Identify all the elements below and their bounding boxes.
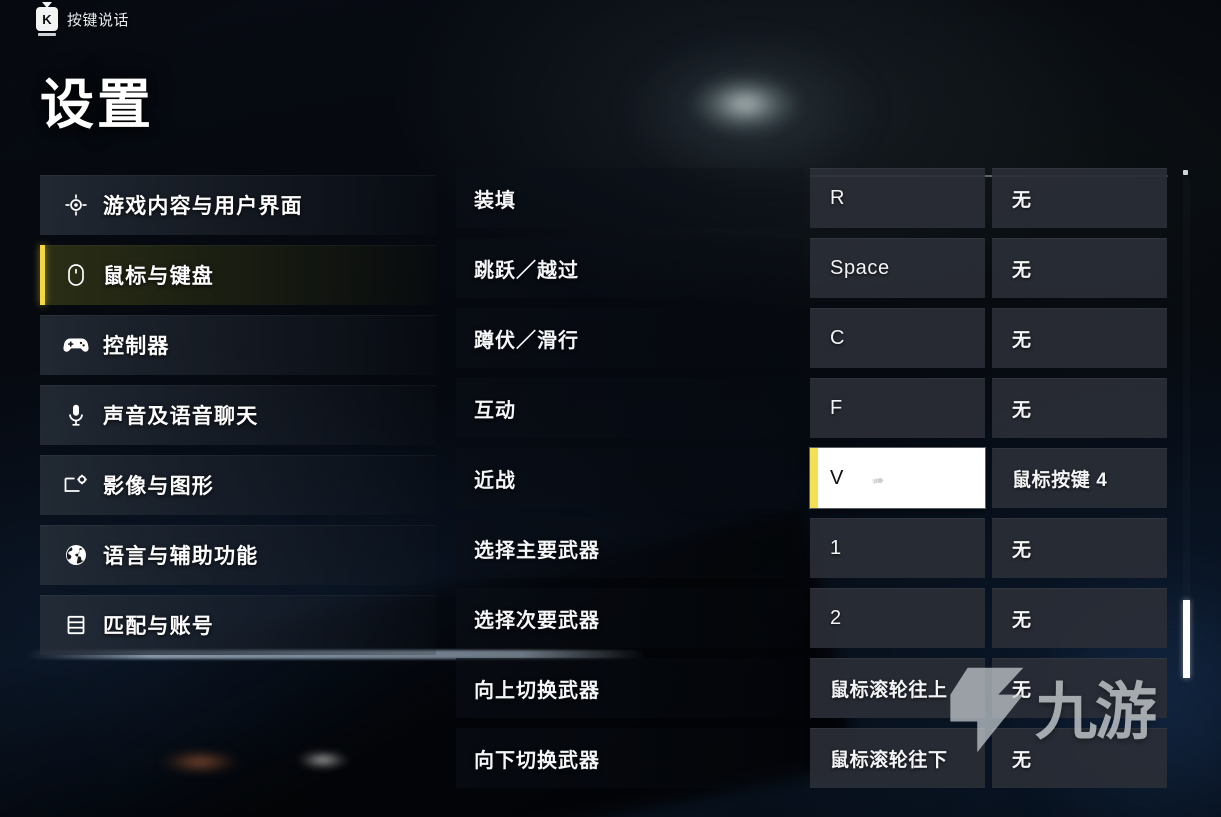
sidebar-item-label: 影像与图形 [103, 475, 214, 498]
binding-action-cell: 近战 [456, 448, 804, 508]
binding-action-label: 蹲伏／滑行 [474, 329, 579, 352]
binding-secondary-key-label: 无 [1012, 679, 1032, 701]
binding-secondary-key[interactable]: 无 [992, 378, 1167, 438]
binding-secondary-key[interactable]: 无 [992, 588, 1167, 648]
binding-secondary-key[interactable]: 无 [992, 728, 1167, 788]
push-to-talk-key-icon: K [36, 7, 58, 31]
binding-secondary-key[interactable]: 无 [992, 238, 1167, 298]
binding-action-cell: 选择主要武器 [456, 518, 804, 578]
table-row: 装填 R 无 [456, 168, 1168, 228]
binding-primary-key-label: Space [830, 256, 890, 279]
selection-accent-bar [810, 448, 818, 508]
push-to-talk-label: 按键说话 [67, 11, 130, 29]
binding-primary-key-label: 2 [830, 606, 842, 629]
binding-primary-key-label: R [830, 186, 846, 209]
globe-icon [63, 542, 89, 568]
binding-primary-key[interactable]: Space [810, 238, 985, 298]
binding-secondary-key-label: 无 [1012, 259, 1032, 281]
binding-secondary-key-label: 无 [1012, 749, 1032, 771]
sidebar-item-language-accessibility[interactable]: 语言与辅助功能 [40, 525, 436, 585]
binding-primary-key-label: 1 [830, 536, 842, 559]
crosshair-icon [63, 192, 89, 218]
monitor-gear-icon [63, 472, 89, 498]
binding-action-label: 跳跃／越过 [474, 259, 579, 282]
binding-action-label: 向上切换武器 [474, 679, 600, 702]
sidebar-item-gameplay-ui[interactable]: 游戏内容与用户界面 [40, 175, 436, 235]
binding-action-label: 互动 [474, 399, 516, 422]
binding-primary-key[interactable]: 1 [810, 518, 985, 578]
binding-action-label: 选择主要武器 [474, 539, 600, 562]
sidebar-item-label: 匹配与账号 [103, 615, 214, 638]
sidebar-item-matchmaking-account[interactable]: 匹配与账号 [40, 595, 436, 655]
push-to-talk-indicator: K 按键说话 [36, 7, 129, 31]
binding-primary-key-label: C [830, 326, 846, 349]
binding-primary-key-selected[interactable]: V ➠ [810, 448, 985, 508]
binding-secondary-key-label: 无 [1012, 329, 1032, 351]
binding-action-cell: 互动 [456, 378, 804, 438]
binding-action-cell: 向下切换武器 [456, 728, 804, 788]
binding-action-label: 向下切换武器 [474, 749, 600, 772]
table-row-selected: 近战 V ➠ 鼠标按键 4 [456, 448, 1168, 508]
binding-primary-key[interactable]: 鼠标滚轮往上 [810, 658, 985, 718]
cursor-icon: ➠ [870, 471, 886, 491]
sidebar-item-audio-voice[interactable]: 声音及语音聊天 [40, 385, 436, 445]
sidebar-item-label: 游戏内容与用户界面 [103, 195, 303, 218]
table-row: 蹲伏／滑行 C 无 [456, 308, 1168, 368]
sidebar-item-label: 控制器 [103, 335, 170, 358]
binding-secondary-key-label: 无 [1012, 189, 1032, 211]
binding-secondary-key-label: 鼠标按键 4 [1012, 469, 1108, 491]
sidebar-item-mouse-keyboard[interactable]: 鼠标与键盘 [40, 245, 436, 305]
binding-primary-key[interactable]: F [810, 378, 985, 438]
binding-secondary-key[interactable]: 鼠标按键 4 [992, 448, 1167, 508]
binding-secondary-key-label: 无 [1012, 539, 1032, 561]
binding-primary-key-label: V [830, 466, 844, 489]
binding-action-cell: 向上切换武器 [456, 658, 804, 718]
microphone-icon [63, 402, 89, 428]
binding-action-label: 选择次要武器 [474, 609, 600, 632]
binding-action-cell: 装填 [456, 168, 804, 228]
binding-action-label: 装填 [474, 189, 516, 212]
table-row: 选择次要武器 2 无 [456, 588, 1168, 648]
binding-primary-key-label: F [830, 396, 843, 419]
binding-secondary-key[interactable]: 无 [992, 658, 1167, 718]
keybindings-table: 装填 R 无 跳跃／越过 Space 无 蹲伏／滑行 C 无 互动 F 无 近战… [456, 168, 1168, 798]
table-row: 向上切换武器 鼠标滚轮往上 无 [456, 658, 1168, 718]
page-title: 设置 [40, 75, 154, 135]
binding-action-cell: 跳跃／越过 [456, 238, 804, 298]
top-bar: K 按键说话 [0, 0, 1221, 38]
sidebar-item-video-graphics[interactable]: 影像与图形 [40, 455, 436, 515]
table-row: 向下切换武器 鼠标滚轮往下 无 [456, 728, 1168, 788]
binding-secondary-key[interactable]: 无 [992, 518, 1167, 578]
table-row: 跳跃／越过 Space 无 [456, 238, 1168, 298]
list-icon [63, 612, 89, 638]
binding-secondary-key-label: 无 [1012, 399, 1032, 421]
binding-secondary-key-label: 无 [1012, 609, 1032, 631]
table-row: 选择主要武器 1 无 [456, 518, 1168, 578]
binding-action-cell: 选择次要武器 [456, 588, 804, 648]
binding-primary-key[interactable]: 2 [810, 588, 985, 648]
scrollbar-thumb[interactable] [1183, 600, 1190, 678]
sidebar-item-label: 声音及语音聊天 [103, 405, 259, 428]
binding-action-cell: 蹲伏／滑行 [456, 308, 804, 368]
binding-primary-key[interactable]: C [810, 308, 985, 368]
binding-primary-key-label: 鼠标滚轮往上 [830, 679, 948, 701]
sidebar-selected-accent [40, 245, 45, 305]
gamepad-icon [63, 332, 89, 358]
binding-secondary-key[interactable]: 无 [992, 308, 1167, 368]
binding-action-label: 近战 [474, 469, 516, 492]
binding-primary-key-label: 鼠标滚轮往下 [830, 749, 948, 771]
settings-sidebar: 游戏内容与用户界面 鼠标与键盘 控制器 声音及语音聊天 影像与图形 语言与辅助功… [40, 175, 436, 665]
binding-primary-key[interactable]: R [810, 168, 985, 228]
mouse-icon [63, 262, 89, 288]
binding-primary-key[interactable]: 鼠标滚轮往下 [810, 728, 985, 788]
sidebar-item-label: 鼠标与键盘 [103, 265, 214, 288]
binding-secondary-key[interactable]: 无 [992, 168, 1167, 228]
scrollbar-top-marker [1183, 170, 1188, 175]
sidebar-item-label: 语言与辅助功能 [103, 545, 259, 568]
table-row: 互动 F 无 [456, 378, 1168, 438]
sidebar-item-controller[interactable]: 控制器 [40, 315, 436, 375]
